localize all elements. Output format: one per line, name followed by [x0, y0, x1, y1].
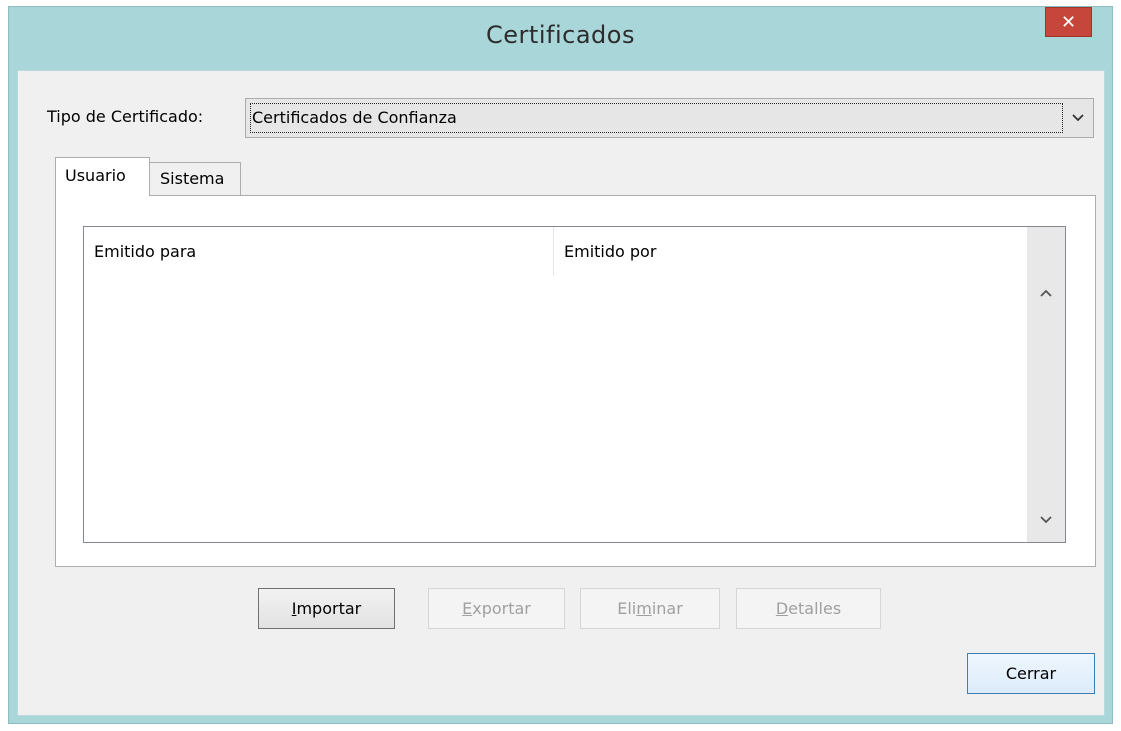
close-window-button[interactable]: ✕ — [1045, 7, 1092, 37]
close-button[interactable]: Cerrar — [967, 653, 1095, 694]
dialog-body: Tipo de Certificado: Certificados de Con… — [17, 70, 1105, 716]
tab-panel-usuario: Emitido para Emitido por — [55, 195, 1096, 567]
details-button[interactable]: Detalles — [736, 588, 881, 629]
tab-usuario-label: Usuario — [65, 166, 126, 185]
dialog-title: Certificados — [486, 21, 635, 49]
import-button[interactable]: Importar — [258, 588, 395, 629]
delete-label-post: inar — [651, 599, 683, 618]
export-button[interactable]: Exportar — [428, 588, 565, 629]
export-mnemonic: E — [462, 599, 473, 618]
delete-mnemonic: m — [636, 599, 652, 618]
chevron-up-icon[interactable] — [1027, 273, 1065, 313]
certificate-type-label: Tipo de Certificado: — [47, 107, 204, 126]
tab-sistema-label: Sistema — [160, 169, 225, 188]
tab-sistema[interactable]: Sistema — [149, 162, 241, 197]
delete-button[interactable]: Eli m inar — [580, 588, 720, 629]
vertical-scrollbar[interactable] — [1027, 227, 1065, 542]
tab-usuario[interactable]: Usuario — [55, 157, 150, 196]
delete-label-pre: Eli — [617, 599, 637, 618]
chevron-down-icon[interactable] — [1067, 102, 1089, 134]
details-label-post: etalles — [788, 599, 842, 618]
column-header-issued-to[interactable]: Emitido para — [84, 227, 554, 276]
list-header: Emitido para Emitido por — [84, 227, 1027, 276]
title-bar[interactable]: Certificados ✕ — [9, 7, 1112, 70]
export-label-post: xportar — [472, 599, 531, 618]
certificates-dialog: Certificados ✕ Tipo de Certificado: Cert… — [8, 6, 1113, 724]
close-button-label: Cerrar — [1005, 664, 1057, 683]
import-label-post: mportar — [296, 599, 362, 618]
column-header-issued-by[interactable]: Emitido por — [554, 227, 1026, 276]
close-icon: ✕ — [1060, 11, 1077, 33]
details-mnemonic: D — [775, 599, 789, 618]
certificate-type-select[interactable]: Certificados de Confianza — [245, 98, 1094, 138]
chevron-down-icon[interactable] — [1027, 500, 1065, 540]
certificate-type-value: Certificados de Confianza — [250, 103, 1063, 133]
certificate-list[interactable]: Emitido para Emitido por — [83, 226, 1066, 543]
